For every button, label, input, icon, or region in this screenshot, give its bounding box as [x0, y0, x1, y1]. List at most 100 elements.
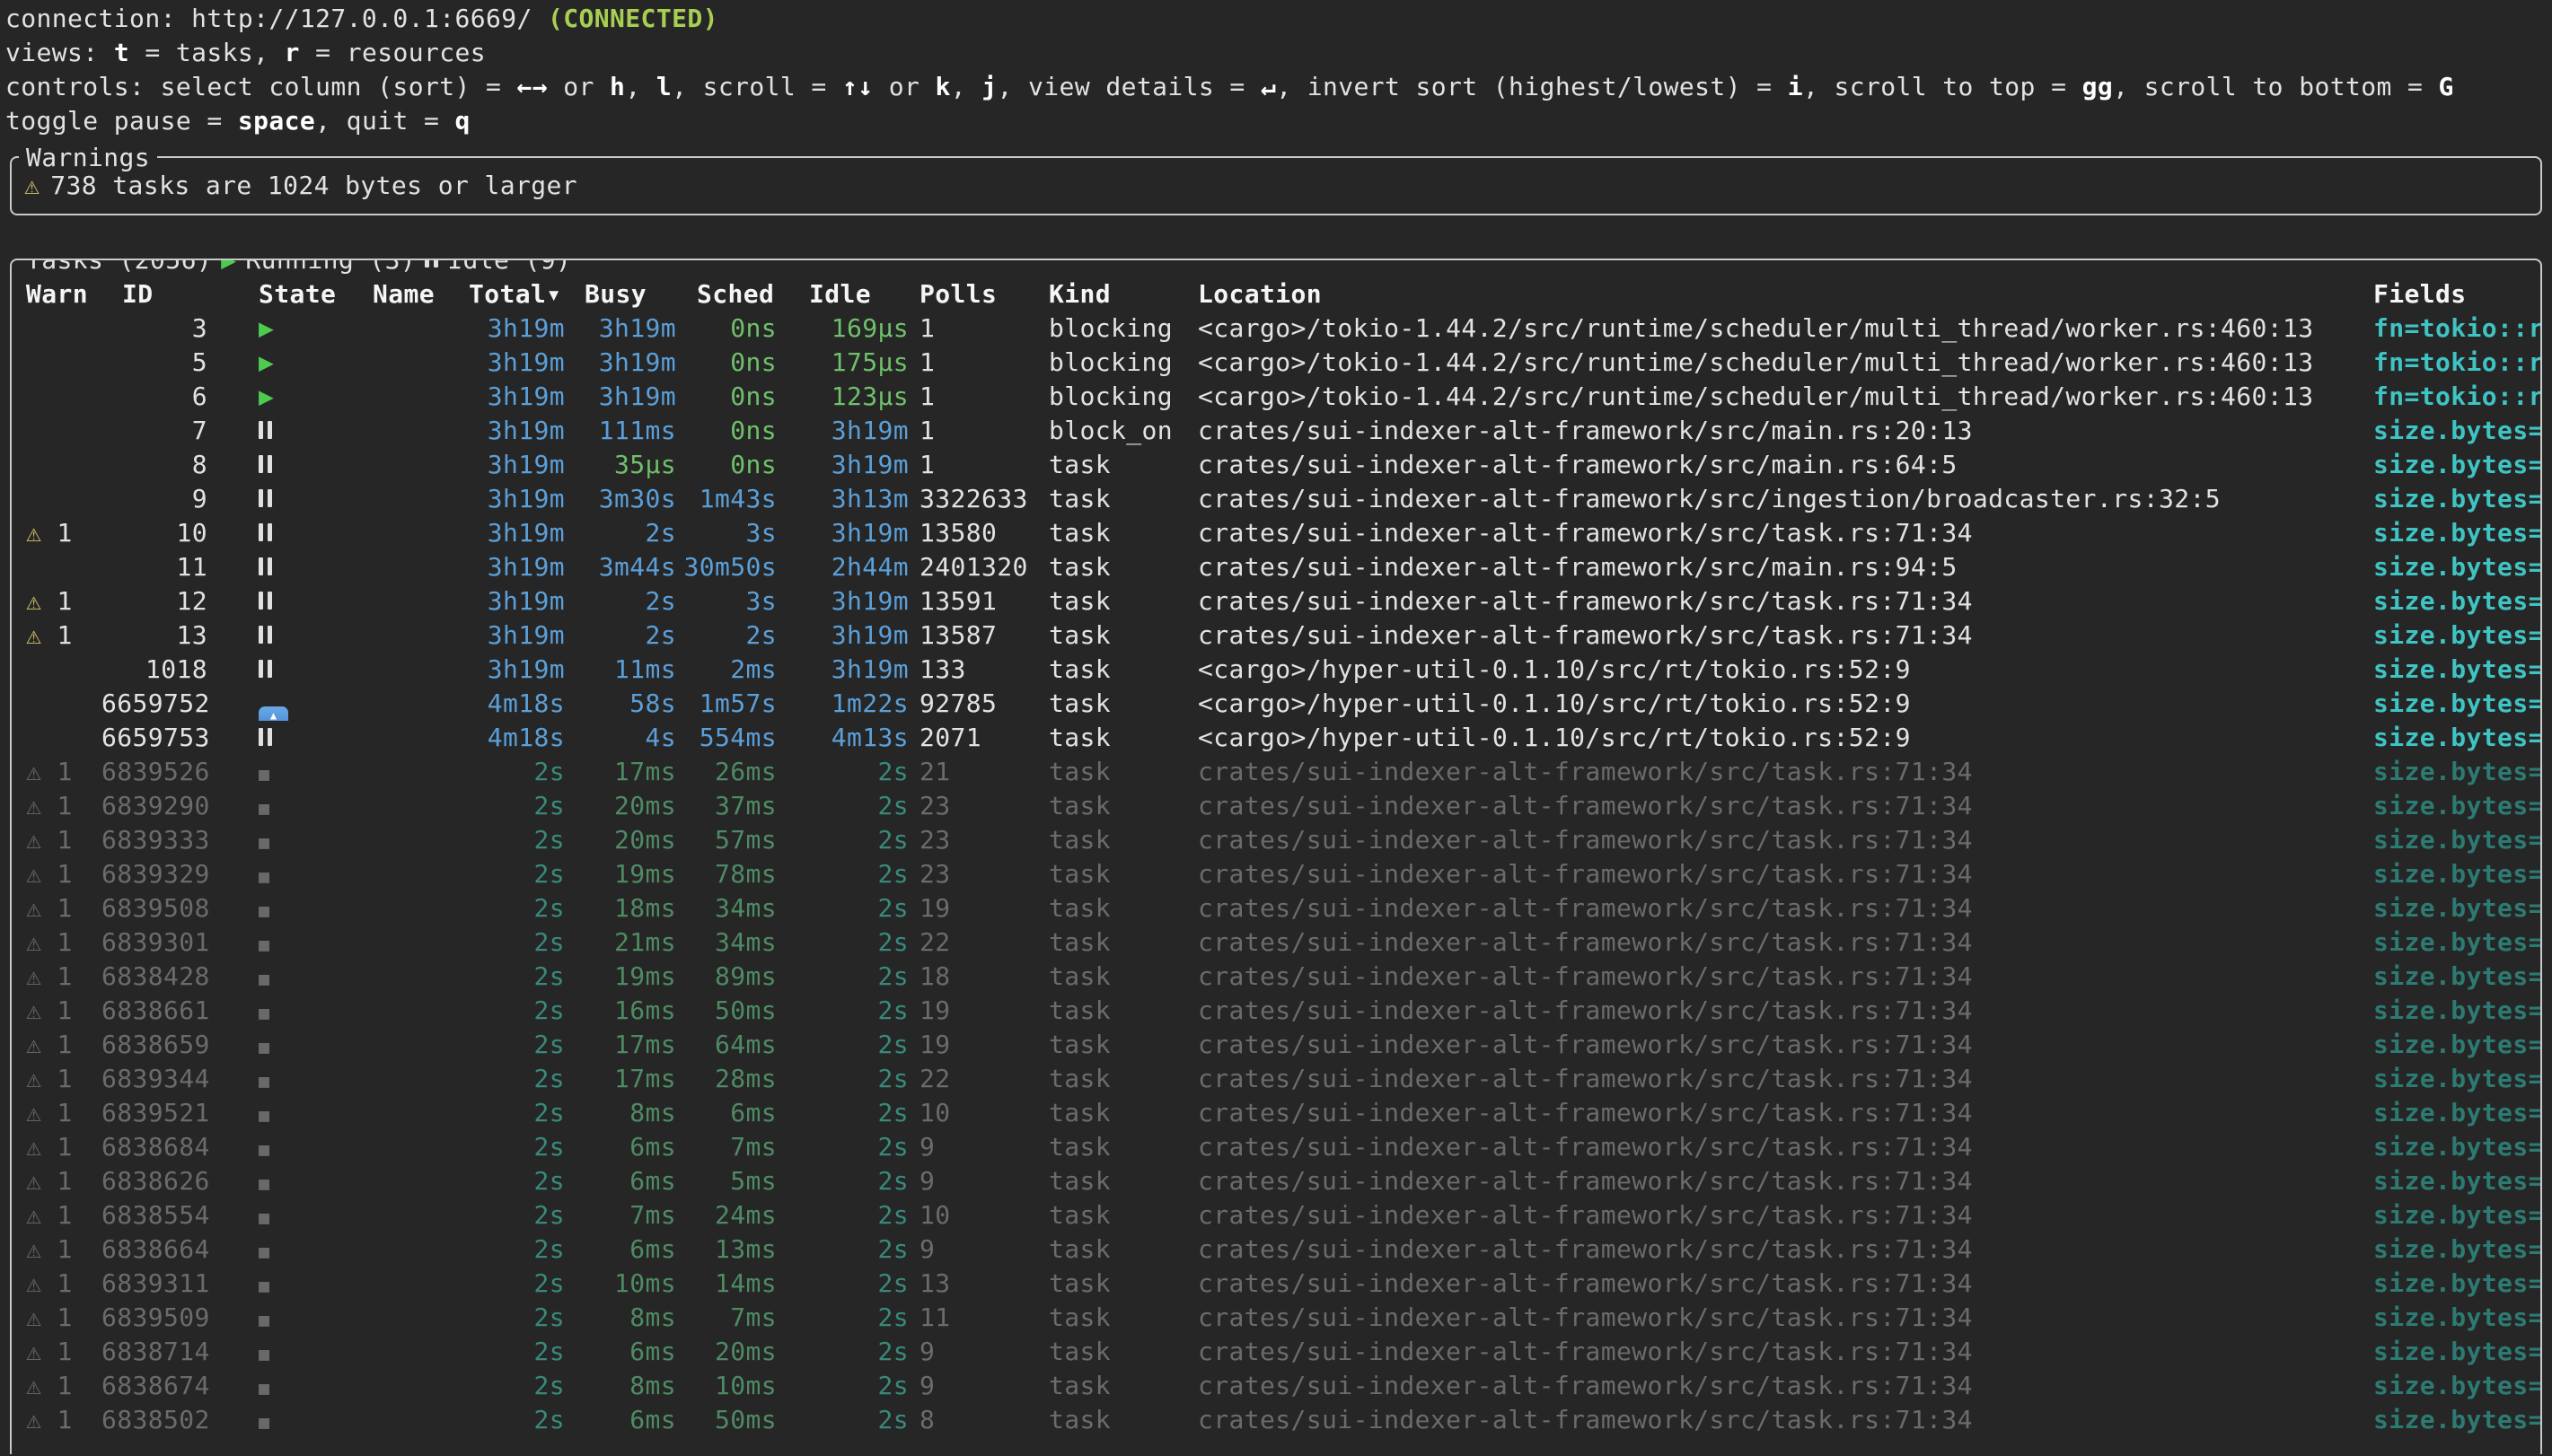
pause-icon [259, 728, 272, 746]
cell-fields: fn=tokio::r [2367, 346, 2540, 380]
task-row[interactable]: ⚠ 16839333■2s20ms57ms2s23taskcrates/sui-… [12, 823, 2540, 857]
cell-kind: task [1043, 1198, 1192, 1232]
cell-busy: 111ms [570, 414, 682, 448]
text-segment: r [285, 38, 300, 67]
column-header-kind[interactable]: Kind [1043, 277, 1192, 311]
task-row[interactable]: 10183h19m11ms2ms3h19m133task<cargo>/hype… [12, 653, 2540, 687]
column-header-sched[interactable]: Sched [682, 277, 782, 311]
task-row[interactable]: ⚠ 16839311■2s10ms14ms2s13taskcrates/sui-… [12, 1267, 2540, 1301]
cell-busy: 2s [570, 516, 682, 550]
task-row[interactable]: ⚠ 16838554■2s7ms24ms2s10taskcrates/sui-i… [12, 1198, 2540, 1232]
task-row[interactable]: ⚠ 16839329■2s19ms78ms2s23taskcrates/sui-… [12, 857, 2540, 891]
task-row[interactable]: ⚠ 16838502■2s6ms50ms2s8taskcrates/sui-in… [12, 1403, 2540, 1437]
cell-total: 3h19m [461, 448, 570, 482]
column-header-polls[interactable]: Polls [914, 277, 1043, 311]
task-row[interactable]: 66597534m18s4s554ms4m13s2071task<cargo>/… [12, 721, 2540, 755]
task-row[interactable]: 5▶3h19m3h19m0ns175µs1blocking<cargo>/tok… [12, 346, 2540, 380]
cell-kind: task [1043, 1130, 1192, 1164]
column-header-location[interactable]: Location [1192, 277, 2367, 311]
cell-sched: 0ns [682, 448, 782, 482]
cell-polls: 13580 [914, 516, 1043, 550]
column-header-warn[interactable]: Warn [12, 277, 101, 311]
cell-fields: size.bytes= [2367, 891, 2540, 925]
cell-total: 3h19m [461, 380, 570, 414]
task-row[interactable]: 73h19m111ms0ns3h19m1block_oncrates/sui-i… [12, 414, 2540, 448]
cell-busy: 17ms [570, 755, 682, 789]
cell-idle: 3h19m [782, 448, 914, 482]
cell-idle: 2s [782, 1369, 914, 1403]
cell-total: 3h19m [461, 550, 570, 584]
cell-total: 2s [461, 891, 570, 925]
task-row[interactable]: ⚠ 16839521■2s8ms6ms2s10taskcrates/sui-in… [12, 1096, 2540, 1130]
cell-name [366, 482, 461, 516]
task-row[interactable]: ⚠ 16838674■2s8ms10ms2s9taskcrates/sui-in… [12, 1369, 2540, 1403]
column-header-fields[interactable]: Fields [2367, 277, 2540, 311]
column-header-total[interactable]: Total▾ [461, 277, 570, 311]
cell-busy: 3h19m [570, 311, 682, 346]
text-segment: or [873, 72, 935, 101]
cell-warn: ⚠ 1 [12, 1232, 101, 1267]
cell-polls: 8 [914, 1403, 1043, 1437]
cell-polls: 133 [914, 653, 1043, 687]
task-row[interactable]: ⚠ 1133h19m2s2s3h19m13587taskcrates/sui-i… [12, 618, 2540, 653]
task-row[interactable]: ⚠ 16839301■2s21ms34ms2s22taskcrates/sui-… [12, 925, 2540, 960]
task-row[interactable]: ⚠ 16838659■2s17ms64ms2s19taskcrates/sui-… [12, 1028, 2540, 1062]
cell-busy: 11ms [570, 653, 682, 687]
task-row[interactable]: ⚠ 16838626■2s6ms5ms2s9taskcrates/sui-ind… [12, 1164, 2540, 1198]
task-row[interactable]: 6▶3h19m3h19m0ns123µs1blocking<cargo>/tok… [12, 380, 2540, 414]
cell-polls: 2071 [914, 721, 1043, 755]
task-row[interactable]: ⚠ 16839290■2s20ms37ms2s23taskcrates/sui-… [12, 789, 2540, 823]
task-row[interactable]: ⚠ 16839508■2s18ms34ms2s19taskcrates/sui-… [12, 891, 2540, 925]
cell-kind: task [1043, 516, 1192, 550]
column-header-id[interactable]: ID [101, 277, 218, 311]
cell-total: 3h19m [461, 311, 570, 346]
task-row[interactable]: ⚠ 16838428■2s19ms89ms2s18taskcrates/sui-… [12, 960, 2540, 994]
task-row[interactable]: 93h19m3m30s1m43s3h13m3322633taskcrates/s… [12, 482, 2540, 516]
cell-busy: 8ms [570, 1096, 682, 1130]
cell-name [366, 1062, 461, 1096]
cell-sched: 14ms [682, 1267, 782, 1301]
task-row[interactable]: ⚠ 16839526■2s17ms26ms2s21taskcrates/sui-… [12, 755, 2540, 789]
cell-location: crates/sui-indexer-alt-framework/src/tas… [1192, 1267, 2367, 1301]
task-row[interactable]: 113h19m3m44s30m50s2h44m2401320taskcrates… [12, 550, 2540, 584]
cell-polls: 9 [914, 1232, 1043, 1267]
column-header-idle[interactable]: Idle [782, 277, 914, 311]
task-row[interactable]: 83h19m35µs0ns3h19m1taskcrates/sui-indexe… [12, 448, 2540, 482]
task-row[interactable]: ⚠ 1123h19m2s3s3h19m13591taskcrates/sui-i… [12, 584, 2540, 618]
cell-kind: task [1043, 1062, 1192, 1096]
task-row[interactable]: ⚠ 16839344■2s17ms28ms2s22taskcrates/sui-… [12, 1062, 2540, 1096]
task-row[interactable]: ⚠ 16838684■2s6ms7ms2s9taskcrates/sui-ind… [12, 1130, 2540, 1164]
text-segment: gg [2082, 72, 2114, 101]
warning-icon: ⚠ [26, 620, 41, 650]
task-row[interactable]: ⚠ 16838661■2s16ms50ms2s19taskcrates/sui-… [12, 994, 2540, 1028]
column-header-busy[interactable]: Busy [570, 277, 682, 311]
cell-fields: fn=tokio::r [2367, 311, 2540, 346]
column-header-state[interactable]: State [218, 277, 366, 311]
task-row[interactable]: ⚠ 16838664■2s6ms13ms2s9taskcrates/sui-in… [12, 1232, 2540, 1267]
task-row[interactable]: ⚠ 1103h19m2s3s3h19m13580taskcrates/sui-i… [12, 516, 2540, 550]
cell-idle: 2h44m [782, 550, 914, 584]
cell-id: 6839508 [101, 891, 218, 925]
cell-sched: 89ms [682, 960, 782, 994]
cell-busy: 6ms [570, 1232, 682, 1267]
task-row[interactable]: ⚠ 16838714■2s6ms20ms2s9taskcrates/sui-in… [12, 1335, 2540, 1369]
cell-kind: task [1043, 1267, 1192, 1301]
cell-busy: 17ms [570, 1028, 682, 1062]
task-row[interactable]: ⚠ 16839509■2s8ms7ms2s11taskcrates/sui-in… [12, 1301, 2540, 1335]
completed-icon: ■ [259, 797, 269, 819]
cell-id: 6839344 [101, 1062, 218, 1096]
task-row[interactable]: 3▶3h19m3h19m0ns169µs1blocking<cargo>/tok… [12, 311, 2540, 346]
completed-icon: ■ [259, 1036, 269, 1057]
cell-busy: 17ms [570, 1062, 682, 1096]
cell-warn: ⚠ 1 [12, 1267, 101, 1301]
cell-idle: 2s [782, 1267, 914, 1301]
views-line: views: t = tasks, r = resources [0, 36, 2552, 70]
column-header-name[interactable]: Name [366, 277, 461, 311]
tasks-count-label: Tasks (2056) [26, 259, 212, 277]
cell-id: 6839290 [101, 789, 218, 823]
task-row[interactable]: 6659752▲▲4m18s58s1m57s1m22s92785task<car… [12, 687, 2540, 721]
text-segment: , invert sort (highest/lowest) = [1276, 72, 1788, 101]
cell-name [366, 311, 461, 346]
cell-warn: ⚠ 1 [12, 755, 101, 789]
cell-idle: 3h19m [782, 618, 914, 653]
